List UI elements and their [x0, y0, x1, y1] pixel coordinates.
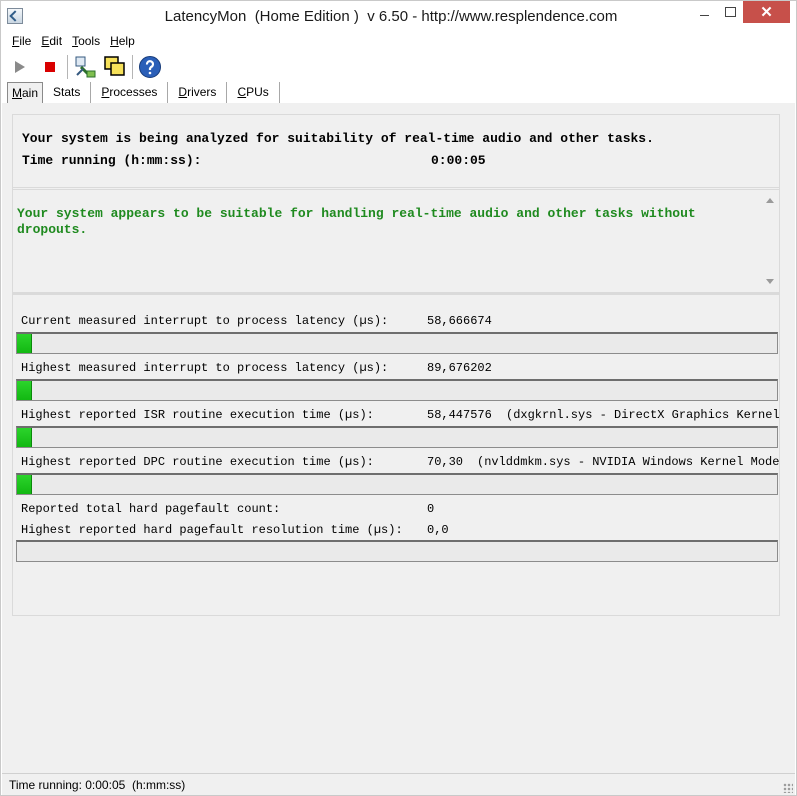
stop-icon: [45, 62, 55, 72]
menu-bar: File Edit Tools Help: [7, 33, 140, 51]
metric-bar: [16, 426, 778, 448]
title-bar[interactable]: LatencyMon (Home Edition ) v 6.50 - http…: [1, 1, 796, 32]
pagefault-count-value: 0: [427, 502, 435, 516]
metric-bar-fill: [17, 334, 33, 353]
tab-processes[interactable]: Processes: [91, 82, 169, 103]
verdict-panel: Your system appears to be suitable for h…: [12, 187, 780, 293]
app-window: LatencyMon (Home Edition ) v 6.50 - http…: [0, 0, 797, 796]
maximize-button[interactable]: [717, 1, 743, 23]
menu-file[interactable]: File: [7, 33, 36, 51]
toolbar: [7, 53, 167, 81]
scroll-down-icon[interactable]: [766, 279, 774, 284]
status-bar: Time running: 0:00:05 (h:mm:ss): [2, 773, 795, 795]
tab-strip: Main Stats Processes Drivers CPUs: [7, 82, 280, 104]
metric-bar: [16, 379, 778, 401]
pagefault-bar: [16, 540, 778, 562]
metric-value: 58,447576: [427, 408, 492, 422]
metric-label: Highest measured interrupt to process la…: [21, 361, 389, 375]
menu-tools-label: ools: [78, 34, 101, 48]
tab-drivers-mnemonic: D: [178, 85, 188, 99]
pagefault-time-label: Highest reported hard pagefault resoluti…: [21, 523, 403, 537]
metric-detail: (dxgkrnl.sys - DirectX Graphics Kernel,: [506, 408, 781, 422]
main-content: Your system is being analyzed for suitab…: [2, 103, 795, 773]
scroll-up-icon[interactable]: [766, 198, 774, 203]
tab-processes-label: rocesses: [109, 85, 158, 99]
tab-drivers[interactable]: Drivers: [168, 82, 228, 103]
menu-tools[interactable]: Tools: [67, 33, 105, 51]
verdict-message: Your system appears to be suitable for h…: [17, 206, 696, 237]
tab-stats[interactable]: Stats: [43, 82, 92, 103]
help-button[interactable]: [137, 54, 163, 80]
connection-icon: [75, 56, 96, 78]
tab-cpus[interactable]: CPUs: [227, 82, 280, 103]
time-running-label: Time running (h:mm:ss):: [22, 153, 202, 168]
tab-drivers-label: rivers: [187, 85, 217, 99]
metric-label: Highest reported ISR routine execution t…: [21, 408, 374, 422]
menu-help-mnemonic: H: [110, 34, 119, 48]
metric-bar: [16, 473, 778, 495]
metric-bar-fill: [17, 381, 33, 400]
metric-bar-fill: [17, 475, 33, 494]
metric-value: 58,666674: [427, 314, 492, 328]
tab-main-mnemonic: M: [12, 86, 22, 100]
menu-help[interactable]: Help: [105, 33, 140, 51]
tab-cpus-mnemonic: C: [237, 85, 247, 99]
toolbar-separator: [132, 55, 133, 79]
connection-button[interactable]: [72, 54, 98, 80]
minimize-button[interactable]: [691, 1, 717, 23]
tab-main[interactable]: Main: [7, 82, 44, 103]
play-icon: [15, 61, 25, 73]
metric-bar-fill: [17, 428, 33, 447]
menu-edit[interactable]: Edit: [36, 33, 67, 51]
metrics-panel: Current measured interrupt to process la…: [12, 293, 781, 616]
metric-detail: (nvlddmkm.sys - NVIDIA Windows Kernel Mo…: [477, 455, 780, 469]
pagefault-time-value: 0,0: [427, 523, 449, 537]
toolbar-separator: [67, 55, 68, 79]
start-button[interactable]: [7, 54, 33, 80]
stop-button[interactable]: [37, 54, 63, 80]
help-icon: [139, 56, 161, 78]
verdict-scrollbar[interactable]: [762, 188, 779, 292]
tab-main-label: ain: [22, 86, 39, 100]
close-button[interactable]: ✕: [743, 1, 790, 23]
menu-file-label: ile: [19, 34, 32, 48]
windows-button[interactable]: [102, 54, 128, 80]
menu-edit-label: dit: [49, 34, 63, 48]
window-title: LatencyMon (Home Edition ) v 6.50 - http…: [164, 8, 618, 25]
pagefault-count-label: Reported total hard pagefault count:: [21, 502, 281, 516]
metric-label: Highest reported DPC routine execution t…: [21, 455, 374, 469]
windows-icon: [104, 56, 125, 76]
resize-grip[interactable]: [783, 783, 793, 793]
menu-help-label: elp: [118, 34, 135, 48]
status-text: Time running: 0:00:05 (h:mm:ss): [9, 778, 186, 792]
metric-value: 70,30: [427, 455, 464, 469]
analysis-status-text: Your system is being analyzed for suitab…: [22, 131, 654, 146]
time-running-value: 0:00:05: [431, 153, 486, 168]
analysis-panel: Your system is being analyzed for suitab…: [12, 114, 780, 190]
metric-label: Current measured interrupt to process la…: [21, 314, 389, 328]
tab-stats-label: Stats: [53, 85, 81, 99]
tab-cpus-label: PUs: [246, 85, 269, 99]
metric-bar: [16, 332, 778, 354]
metric-value: 89,676202: [427, 361, 492, 375]
